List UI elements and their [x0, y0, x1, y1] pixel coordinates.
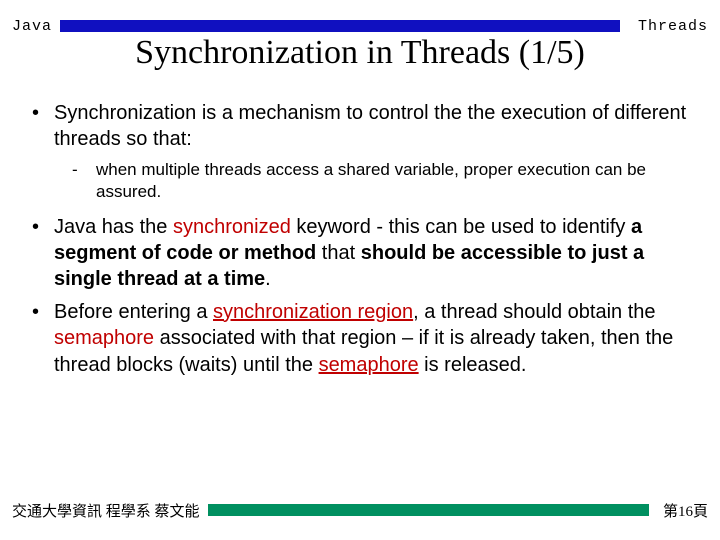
- header-right-label: Threads: [638, 18, 708, 35]
- sub-bullet-1-text: when multiple threads access a shared va…: [96, 159, 692, 204]
- bullet-1-text: Synchronization is a mechanism to contro…: [54, 100, 692, 153]
- sub-bullet-1: - when multiple threads access a shared …: [72, 159, 692, 204]
- bullet-1: • Synchronization is a mechanism to cont…: [32, 100, 692, 153]
- bullet-2: • Java has the synchronized keyword - th…: [32, 214, 692, 293]
- slide: Java Threads Synchronization in Threads …: [0, 0, 720, 540]
- footer-divider-bar: [208, 504, 649, 516]
- slide-title: Synchronization in Threads (1/5): [0, 34, 720, 72]
- footer-page-number: 第16頁: [663, 500, 708, 521]
- bullet-3-text: Before entering a synchronization region…: [54, 299, 692, 378]
- header-divider-bar: [60, 20, 620, 32]
- footer-row: 交通大學資訊 程學系 蔡文能 第16頁: [12, 500, 708, 520]
- bullet-marker: •: [32, 214, 54, 293]
- bullet-2-text: Java has the synchronized keyword - this…: [54, 214, 692, 293]
- bullet-3: • Before entering a synchronization regi…: [32, 299, 692, 378]
- sub-bullet-marker: -: [72, 159, 96, 204]
- bullet-marker: •: [32, 100, 54, 153]
- slide-body: • Synchronization is a mechanism to cont…: [32, 100, 692, 384]
- header-left-label: Java: [12, 18, 52, 35]
- footer-left-label: 交通大學資訊 程學系 蔡文能: [12, 500, 200, 521]
- bullet-marker: •: [32, 299, 54, 378]
- header-row: Java Threads: [12, 16, 708, 36]
